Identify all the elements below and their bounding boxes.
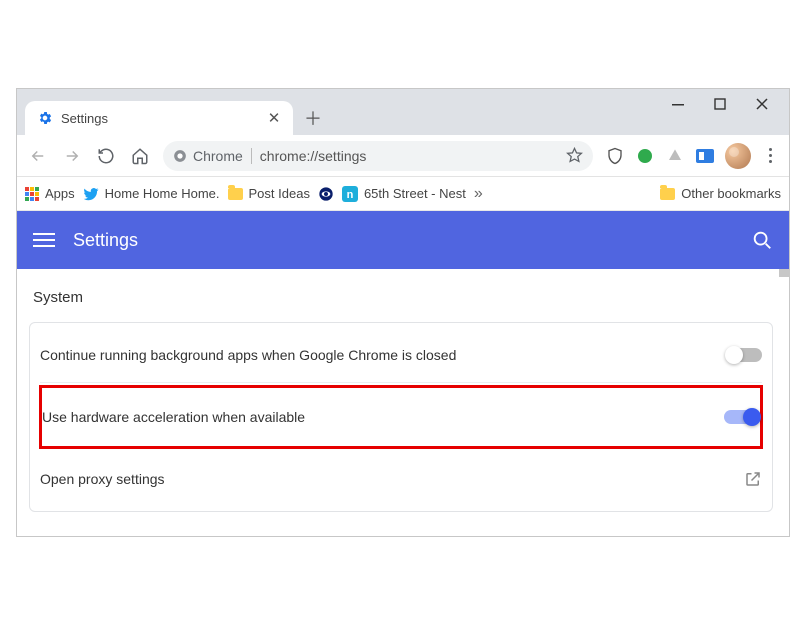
tab-settings[interactable]: Settings ✕ — [25, 101, 293, 135]
url-text: chrome://settings — [260, 148, 367, 164]
drive-icon[interactable] — [665, 146, 685, 166]
maximize-icon[interactable] — [711, 95, 729, 113]
section-title: System — [33, 289, 773, 306]
svg-text:n: n — [347, 189, 354, 201]
bookmark-apps[interactable]: Apps — [25, 186, 75, 201]
settings-header: Settings — [17, 211, 789, 269]
avatar[interactable] — [725, 143, 751, 169]
row-label: Continue running background apps when Go… — [40, 347, 456, 363]
close-icon[interactable]: ✕ — [265, 109, 283, 127]
home-icon[interactable] — [125, 141, 155, 171]
overflow-chevron-icon[interactable]: » — [474, 185, 483, 203]
address-bar[interactable]: Chrome chrome://settings — [163, 141, 593, 171]
browser-window: Settings ✕ ＋ Chrome chrome://setti — [16, 88, 790, 537]
hamburger-icon[interactable] — [33, 229, 55, 251]
close-window-icon[interactable] — [753, 95, 771, 113]
extensions — [601, 146, 719, 166]
toggle-hardware-accel[interactable] — [724, 410, 760, 424]
row-label: Use hardware acceleration when available — [42, 409, 305, 425]
toggle-background-apps[interactable] — [726, 348, 762, 362]
bookmark-label: Other bookmarks — [681, 186, 781, 201]
bookmark-post[interactable]: Post Ideas — [228, 186, 310, 201]
new-tab-button[interactable]: ＋ — [299, 104, 327, 132]
star-icon[interactable] — [566, 147, 583, 164]
eye-icon — [318, 186, 334, 202]
system-card: Continue running background apps when Go… — [29, 322, 773, 512]
bookmark-other[interactable]: Other bookmarks — [660, 186, 781, 201]
bookmark-label: Home Home Home. — [105, 186, 220, 201]
forward-icon[interactable] — [57, 141, 87, 171]
bookmark-label: Post Ideas — [249, 186, 310, 201]
settings-content: System Continue running background apps … — [17, 269, 789, 536]
folder-icon — [228, 188, 243, 200]
bookmark-label: Apps — [45, 186, 75, 201]
site-chip: Chrome — [173, 148, 252, 164]
reload-icon[interactable] — [91, 141, 121, 171]
n-icon: n — [342, 186, 358, 202]
titlebar: Settings ✕ ＋ — [17, 89, 789, 135]
folder-icon — [660, 188, 675, 200]
bookmark-home[interactable]: Home Home Home. — [83, 186, 220, 202]
external-link-icon — [744, 470, 762, 488]
bookmark-cbs[interactable] — [318, 186, 334, 202]
scrollbar-up-icon[interactable] — [779, 269, 789, 277]
minimize-icon[interactable] — [669, 95, 687, 113]
row-proxy[interactable]: Open proxy settings — [40, 451, 762, 507]
card-blue-icon[interactable] — [695, 146, 715, 166]
dot-green-icon[interactable] — [635, 146, 655, 166]
row-background-apps: Continue running background apps when Go… — [40, 327, 762, 383]
tab-title: Settings — [61, 111, 108, 126]
apps-icon — [25, 187, 39, 201]
bookmark-label: 65th Street - Nest — [364, 186, 466, 201]
settings-title: Settings — [73, 230, 138, 251]
row-hardware-accel: Use hardware acceleration when available — [39, 385, 763, 449]
search-icon[interactable] — [751, 229, 773, 251]
bookmark-nest[interactable]: n 65th Street - Nest — [342, 186, 466, 202]
site-label: Chrome — [193, 148, 243, 164]
shield-icon[interactable] — [605, 146, 625, 166]
gear-icon — [37, 110, 53, 126]
menu-icon[interactable] — [757, 148, 783, 163]
back-icon[interactable] — [23, 141, 53, 171]
window-controls — [669, 95, 785, 113]
row-label: Open proxy settings — [40, 471, 165, 487]
bookmarks-bar: Apps Home Home Home. Post Ideas n 65th S… — [17, 177, 789, 211]
twitter-icon — [83, 186, 99, 202]
toolbar: Chrome chrome://settings — [17, 135, 789, 177]
